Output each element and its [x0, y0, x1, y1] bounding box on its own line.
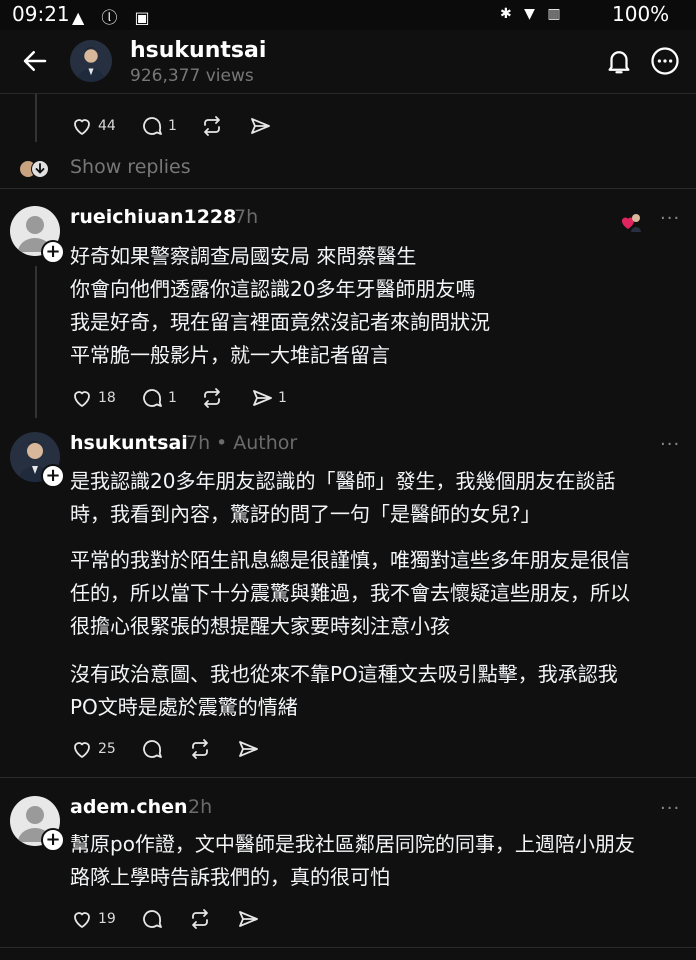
post-divider	[0, 188, 696, 189]
repost-button[interactable]	[200, 385, 224, 411]
battery-level: 100%	[612, 2, 670, 26]
bell-icon[interactable]	[604, 46, 634, 76]
comment-line: 時，我看到內容，驚訝的問了一句「是醫師的女兒?」	[70, 502, 541, 526]
comment-icon	[140, 114, 164, 138]
comment-paragraph: 平常的我對於陌生訊息總是很謹慎，唯獨對這些多年朋友是很信 任的，所以當下十分震驚…	[70, 544, 690, 643]
username[interactable]: adem.chen	[70, 796, 188, 818]
comment-icon	[140, 386, 164, 410]
heart-icon	[70, 114, 94, 138]
post-divider	[0, 777, 696, 778]
repost-icon	[200, 114, 224, 138]
comment-line: 沒有政治意圖、我也從來不靠PO這種文去吸引點擊，我承認我	[70, 662, 618, 686]
like-count: 19	[98, 911, 116, 927]
status-time: 09:21	[12, 2, 70, 26]
comment-button[interactable]	[140, 736, 164, 762]
comment-line: 路隊上學時告訴我們的，真的很可怕	[70, 865, 390, 889]
like-button[interactable]: 18	[70, 385, 116, 411]
share-button[interactable]	[248, 113, 272, 139]
timestamp: 7h	[234, 206, 259, 228]
post-divider	[0, 947, 696, 948]
header-avatar[interactable]	[70, 40, 112, 82]
timestamp: 7h	[186, 432, 211, 454]
send-icon	[236, 907, 260, 931]
comment-more-icon[interactable]: ···	[660, 798, 680, 819]
comment-line: 我是好奇，現在留言裡面竟然沒記者來詢問狀況	[70, 310, 490, 334]
comment-button[interactable]	[140, 906, 164, 932]
comment-body: 好奇如果警察調查局國安局 來問蔡醫生 你會向他們透露你這認識20多年牙醫師朋友嗎…	[70, 240, 690, 372]
comment-line: 你會向他們透露你這認識20多年牙醫師朋友嗎	[70, 277, 476, 301]
follow-plus-icon[interactable]: +	[41, 240, 65, 264]
notification-icons: ▲ ⓛ ▣	[72, 8, 156, 27]
username[interactable]: hsukuntsai	[70, 432, 188, 454]
share-count: 1	[278, 390, 287, 406]
comment-body: 是我認識20多年朋友認識的「醫師」發生，我幾個朋友在談話 時，我看到內容，驚訝的…	[70, 465, 690, 531]
repost-icon	[188, 907, 212, 931]
timestamp: 2h	[188, 796, 213, 818]
more-options-icon[interactable]	[650, 46, 680, 76]
author-tag: • Author	[216, 432, 298, 454]
repost-button[interactable]	[188, 736, 212, 762]
comment-line: 任的，所以當下十分震驚與難過，我不會去懷疑這些朋友，所以	[70, 581, 630, 605]
heart-icon	[70, 737, 94, 761]
comment-line: 是我認識20多年朋友認識的「醫師」發生，我幾個朋友在談話	[70, 469, 616, 493]
heart-icon	[70, 386, 94, 410]
comment-more-icon[interactable]: ···	[660, 208, 680, 229]
follow-plus-icon[interactable]: +	[41, 464, 65, 488]
like-count: 18	[98, 390, 116, 406]
like-count: 44	[98, 118, 116, 134]
comment-count: 1	[168, 390, 177, 406]
comment-button[interactable]: 1	[140, 113, 177, 139]
comment-button[interactable]: 1	[140, 385, 177, 411]
comment-line: 平常脆一般影片，就一大堆記者留言	[70, 343, 390, 367]
header-divider	[0, 93, 696, 94]
repost-icon	[200, 386, 224, 410]
share-button[interactable]	[236, 736, 260, 762]
like-button[interactable]: 25	[70, 736, 116, 762]
send-icon	[250, 386, 274, 410]
comment-icon	[140, 907, 164, 931]
comment-count: 1	[168, 118, 177, 134]
like-count: 25	[98, 741, 116, 757]
comment-line: 好奇如果警察調查局國安局 來問蔡醫生	[70, 244, 417, 268]
send-icon	[248, 114, 272, 138]
page-title[interactable]: hsukuntsai	[130, 38, 266, 63]
show-replies-link[interactable]: Show replies	[70, 156, 191, 178]
repost-button[interactable]	[188, 906, 212, 932]
thread-line	[35, 266, 37, 418]
comment-paragraph: 沒有政治意圖、我也從來不靠PO這種文去吸引點擊，我承認我 PO文時是處於震驚的情…	[70, 658, 690, 724]
signal-icons: ✱ ▼ ▥	[500, 6, 565, 22]
comment-body: 幫原po作證，文中醫師是我社區鄰居同院的同事，上週陪小朋友 路隊上學時告訴我們的…	[70, 828, 690, 894]
share-button[interactable]	[236, 906, 260, 932]
comment-icon	[140, 737, 164, 761]
back-arrow-icon[interactable]	[20, 46, 50, 76]
comment-line: 平常的我對於陌生訊息總是很謹慎，唯獨對這些多年朋友是很信	[70, 548, 630, 572]
comment-line: 很擔心很緊張的想提醒大家要時刻注意小孩	[70, 614, 450, 638]
username[interactable]: rueichiuan1228	[70, 206, 236, 228]
comment-more-icon[interactable]: ···	[660, 434, 680, 455]
repost-icon	[188, 737, 212, 761]
share-button[interactable]: 1	[250, 385, 287, 411]
like-button[interactable]: 44	[70, 113, 116, 139]
reacted-by-author-icon	[620, 210, 642, 236]
like-button[interactable]: 19	[70, 906, 116, 932]
view-count: 926,377 views	[130, 66, 254, 86]
comment-line: PO文時是處於震驚的情緒	[70, 695, 298, 719]
reply-avatars-icon[interactable]	[18, 158, 52, 180]
send-icon	[236, 737, 260, 761]
follow-plus-icon[interactable]: +	[41, 828, 65, 852]
repost-button[interactable]	[200, 113, 224, 139]
comment-line: 幫原po作證，文中醫師是我社區鄰居同院的同事，上週陪小朋友	[70, 832, 635, 856]
heart-icon	[70, 907, 94, 931]
thread-line	[35, 94, 37, 142]
